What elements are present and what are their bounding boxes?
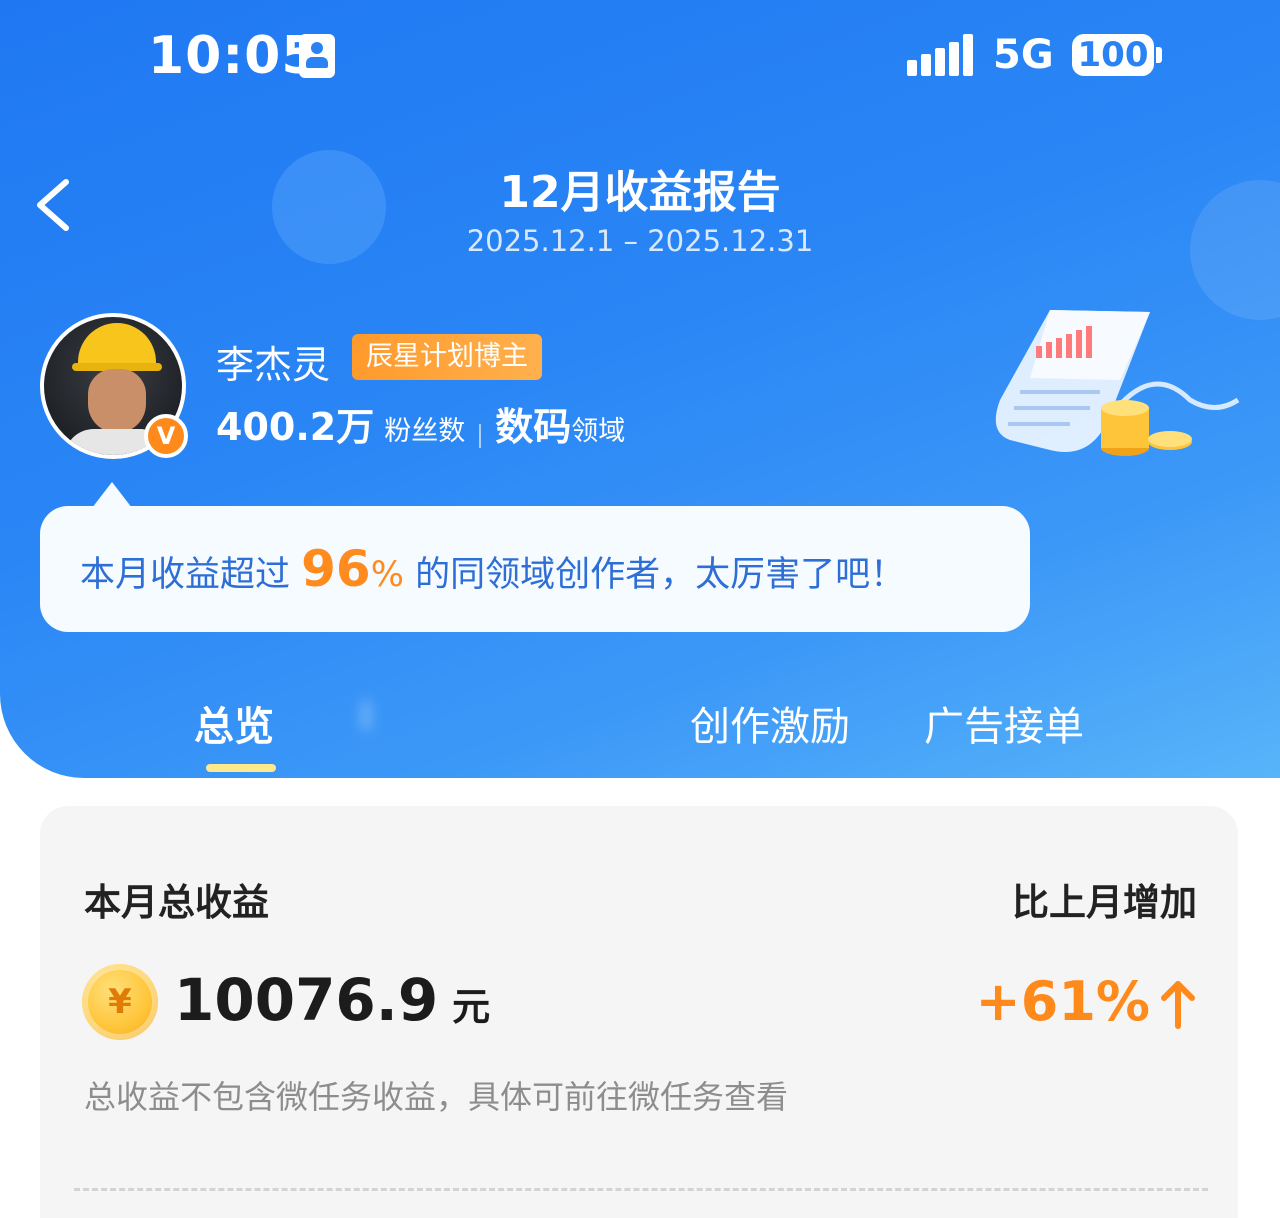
bubble-text-after: 的同领域创作者，太厉害了吧！ (404, 555, 906, 595)
receipt-coins-illustration (995, 310, 1240, 456)
amount-value: 10076.9 (174, 966, 439, 1034)
network-type: 5G (993, 32, 1054, 78)
field-label: 领域 (571, 416, 626, 447)
fans-label: 粉丝数 (384, 416, 466, 447)
growth-percent: +61% (975, 970, 1151, 1033)
battery-icon: 100 (1072, 34, 1154, 76)
stats-divider (479, 423, 482, 448)
dashed-divider (74, 1188, 1208, 1191)
contact-card-icon (299, 34, 335, 78)
total-earnings-title: 本月总收益 (84, 881, 269, 924)
compare-label: 比上月增加 (1012, 881, 1197, 924)
user-name: 李杰灵 (216, 343, 331, 387)
ranking-percent: 96 (301, 540, 371, 598)
amount-unit: 元 (452, 985, 491, 1029)
page-title: 12月收益报告 (499, 167, 781, 218)
total-earnings-amount: 10076.9 元 (174, 966, 490, 1034)
tab-blurred[interactable]: Ⅰ (360, 694, 372, 740)
bubble-pointer (92, 482, 132, 508)
ranking-bubble: 本月收益超过 96% 的同领域创作者，太厉害了吧！ (40, 506, 1030, 632)
tab-overview[interactable]: 总览 (194, 694, 274, 752)
battery-level: 100 (1077, 35, 1149, 75)
ranking-percent-sign: % (370, 555, 404, 595)
yuan-coin-icon: ¥ (82, 964, 158, 1040)
report-header: 10:05 5G 100 12月收益报告 2025.12.1 – 2025.12… (0, 0, 1280, 778)
tab-creation-incentive[interactable]: 创作激励 (690, 694, 850, 752)
verified-badge: V (144, 414, 188, 458)
bubble-text-before: 本月收益超过 (80, 555, 302, 595)
creator-tag: 辰星计划博主 (352, 334, 542, 380)
arrow-up-icon (1161, 981, 1195, 1029)
battery-tip (1156, 47, 1162, 63)
fans-count: 400.2万 (216, 405, 375, 449)
earnings-note: 总收益不包含微任务收益，具体可前往微任务查看 (84, 1078, 789, 1116)
field-name: 数码 (495, 405, 572, 449)
tab-bar: 总览 Ⅰ 创作激励 广告接单 (0, 694, 1280, 778)
date-range: 2025.12.1 – 2025.12.31 (466, 224, 814, 258)
status-time: 10:05 (148, 26, 319, 86)
profile-stats: 400.2万 粉丝数 数码领域 (216, 396, 625, 451)
tab-ad-orders[interactable]: 广告接单 (924, 694, 1084, 752)
face-shape (88, 369, 146, 433)
signal-icon (907, 34, 973, 76)
active-tab-indicator (206, 764, 276, 772)
